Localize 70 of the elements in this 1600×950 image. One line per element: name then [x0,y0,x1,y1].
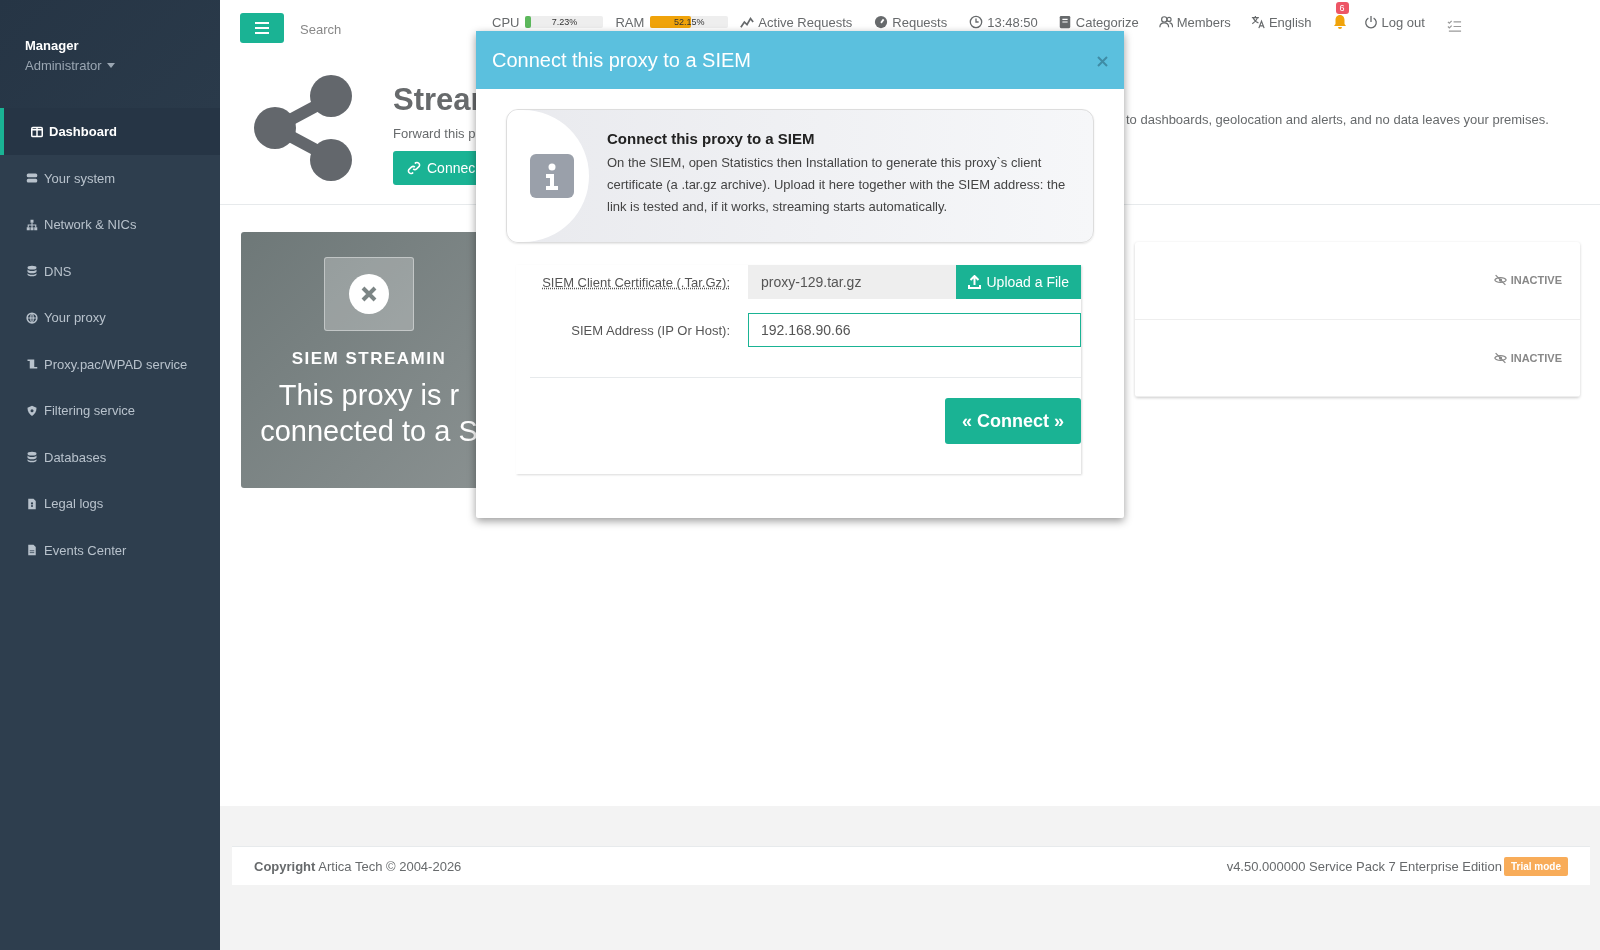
info-text: On the SIEM, open Statistics then Installation to generate this proxy`s client certificate (a .tar.gz archive). Upload it here together with the SIEM address: the link is tested and, if it works, streaming starts automatically. [607,154,1067,216]
upload-icon [967,275,981,289]
sidebar-item[interactable]: Proxy.pac/WPAD service [0,341,220,388]
copyright-text: Copyright Artica Tech © 2004-2026 [254,858,462,874]
status-heading: SIEM STREAMIN [291,349,447,369]
toolbar-item[interactable]: Active Requests [740,14,853,30]
field-label: SIEM Client Certificate (.Tar.Gz): [541,274,730,290]
share-icon [253,74,353,182]
meter-label: RAM [615,14,645,30]
server-icon [26,172,38,185]
close-icon [1097,55,1108,67]
usage-meter: 7.23% [525,16,604,28]
status-message: This proxy is r connected to a S [260,378,478,449]
sidebar-item[interactable]: Dashboard [0,108,220,155]
meter-label: CPU [492,14,520,30]
status-label: INACTIVE [1493,351,1562,364]
power-icon [1363,15,1378,29]
menu-icon [255,22,269,34]
role-dropdown[interactable]: Administrator [25,58,115,73]
gauge-icon [874,15,889,29]
sidebar-item[interactable]: DNS [0,248,220,295]
clock-icon [969,15,984,29]
page-title: Strear [393,82,484,118]
toolbar-item[interactable]: Categorize [1057,14,1139,30]
info-icon [530,154,574,198]
toolbar-item[interactable]: Members [1158,14,1231,30]
users-icon [1158,15,1173,29]
scroll-icon [26,358,38,371]
sidebar-item[interactable]: Legal logs [0,480,220,527]
trial-badge: Trial mode [1504,856,1568,876]
bell-icon[interactable] [1331,14,1348,30]
status-label: INACTIVE [1493,274,1562,287]
checklist-icon[interactable] [1446,18,1462,34]
database-icon [26,451,38,464]
sidebar-item[interactable]: Your proxy [0,294,220,341]
sidebar-item[interactable]: Events Center [0,527,220,574]
translate-icon [1250,15,1265,29]
shield-icon [26,404,38,417]
database-icon [26,265,38,278]
eye-slash-icon [1493,351,1507,364]
toolbar-item[interactable]: 13:48:50 [969,14,1038,30]
globe-icon [26,311,38,324]
sidebar-item[interactable]: Filtering service [0,387,220,434]
address-field[interactable]: 192.168.90.66 [748,313,1081,347]
sitemap-icon [26,218,38,231]
caret-icon [106,63,115,68]
logout-link[interactable]: Log out [1363,14,1425,30]
user-name: Manager [25,38,80,53]
notification-count: 6 [1335,2,1349,14]
toolbar-item[interactable]: Requests [874,14,948,30]
eye-slash-icon [1493,274,1507,287]
file-icon [26,497,38,510]
document-icon [26,544,38,557]
toolbar-item[interactable]: English [1250,14,1312,30]
sidebar-item[interactable]: Databases [0,434,220,481]
book-icon [1057,15,1072,29]
modal-title: Connect this proxy to a SIEM [492,48,751,72]
menu-button[interactable] [240,13,284,43]
sidebar-item[interactable]: Network & NICs [0,201,220,248]
field-label: SIEM Address (IP Or Host): [570,322,730,338]
page-description: to dashboards, geolocation and alerts, and no data leaves your premises. [1126,112,1549,127]
line-chart-icon [740,15,755,29]
close-circle-icon [348,273,390,315]
file-field[interactable]: proxy-129.tar.gz [748,265,956,299]
version-text: v4.50.000000 Service Pack 7 Enterprise Edition [1226,858,1502,874]
columns-icon [31,125,43,138]
link-icon [407,161,421,175]
info-title: Connect this proxy to a SIEM [607,130,816,147]
page-description: Forward this p [393,126,477,141]
sidebar-item[interactable]: Your system [0,155,220,202]
